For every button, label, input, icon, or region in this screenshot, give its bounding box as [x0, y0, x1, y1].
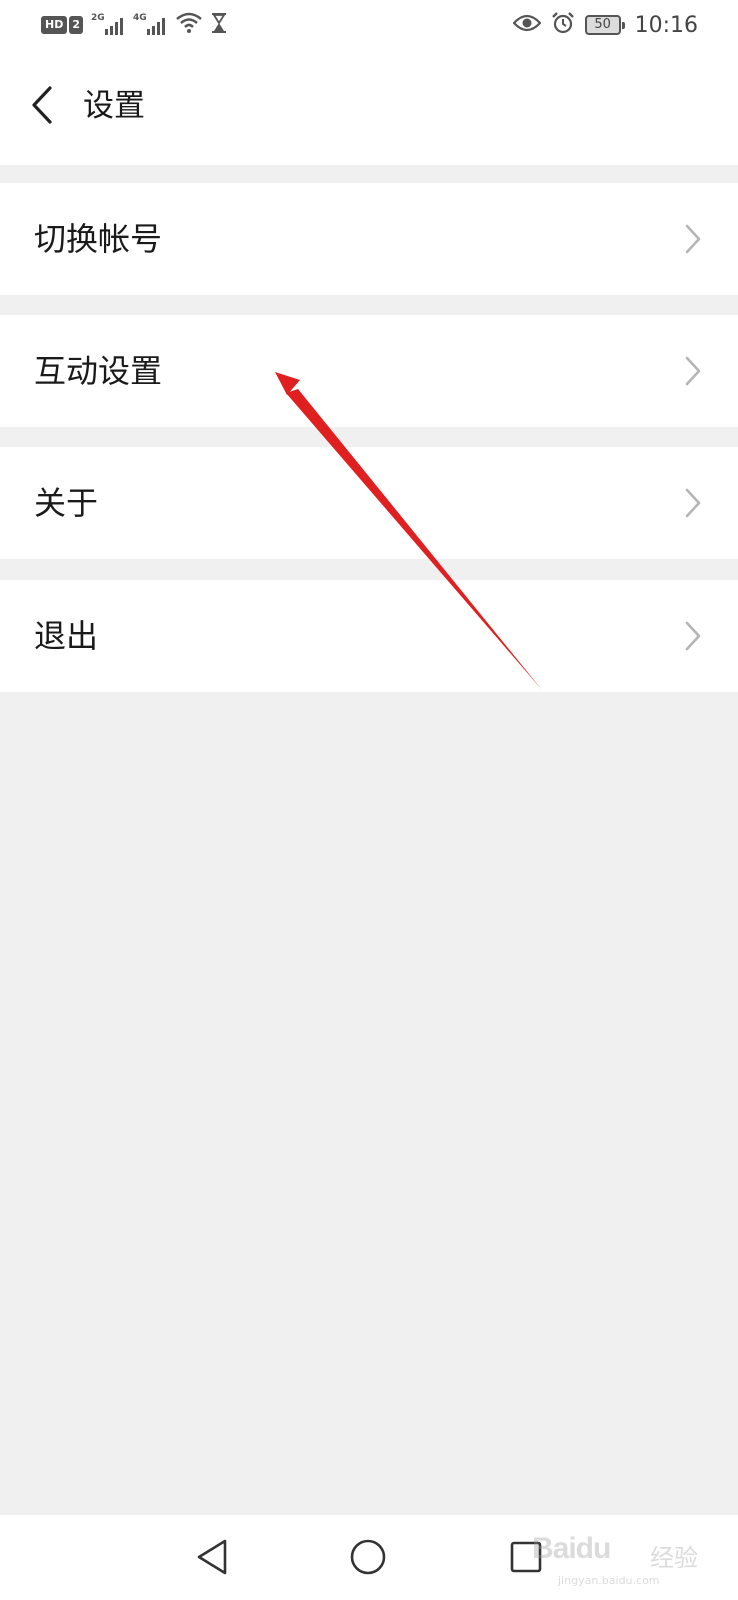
battery-icon: 50	[584, 15, 625, 35]
nav-home-button[interactable]	[346, 1535, 390, 1579]
menu-item-label: 关于	[34, 484, 99, 522]
chevron-left-icon	[32, 86, 52, 124]
chevron-right-icon	[685, 224, 701, 254]
eye-comfort-icon	[512, 13, 542, 37]
chevron-right-icon	[685, 621, 701, 651]
watermark-url: jingyan.baidu.com	[558, 1574, 660, 1587]
back-button[interactable]	[20, 78, 64, 132]
wifi-icon	[175, 12, 203, 38]
baidu-jingyan-watermark: Baidu 经验 jingyan.baidu.com	[532, 1528, 702, 1594]
triangle-back-icon	[197, 1539, 227, 1575]
battery-level: 50	[594, 17, 611, 32]
menu-item-logout[interactable]: 退出	[0, 580, 738, 692]
menu-item-label: 切换帐号	[34, 220, 163, 258]
sim-2-badge: 2	[69, 16, 83, 34]
watermark-logo: Baidu	[532, 1532, 611, 1565]
menu-item-label: 退出	[34, 617, 99, 655]
chevron-right-icon	[685, 488, 701, 518]
alarm-icon	[551, 11, 575, 39]
menu-item-about[interactable]: 关于	[0, 447, 738, 559]
watermark-cn: 经验	[650, 1544, 698, 1572]
clock: 10:16	[634, 12, 698, 38]
menu-item-switch-account[interactable]: 切换帐号	[0, 183, 738, 295]
chevron-right-icon	[685, 356, 701, 386]
menu-item-label: 互动设置	[34, 352, 163, 390]
nav-back-button[interactable]	[190, 1535, 234, 1579]
status-indicators-right: 50 10:16	[503, 11, 698, 39]
app-header: 设置	[0, 50, 738, 165]
circle-home-icon	[350, 1539, 386, 1575]
menu-item-interaction-settings[interactable]: 互动设置	[0, 315, 738, 427]
signal-2g-icon: 2G	[91, 13, 125, 35]
page-title: 设置	[83, 88, 145, 124]
hd-voice-badge: HD	[41, 16, 68, 34]
status-bar: HD 2 2G 4G 50 10:16	[0, 0, 738, 50]
status-indicators-left: HD 2 2G 4G	[41, 12, 235, 38]
signal-4g-icon: 4G	[133, 13, 167, 35]
hourglass-icon	[211, 12, 227, 38]
